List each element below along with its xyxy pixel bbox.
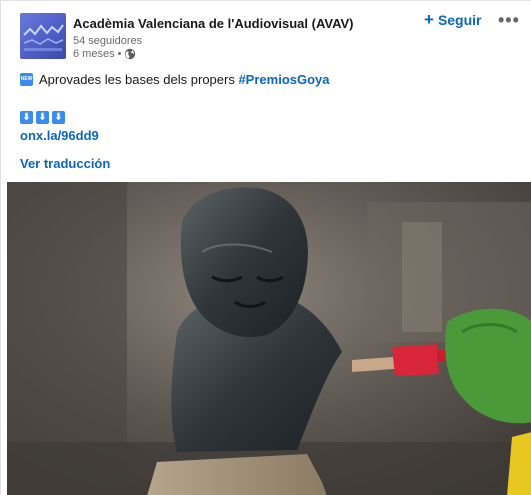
see-translation-button[interactable]: Ver traducción <box>20 156 110 171</box>
arrow-down-icon: ⬇ <box>36 111 49 124</box>
arrow-down-icon: ⬇ <box>52 111 65 124</box>
new-icon: NEW <box>20 73 33 86</box>
post-timestamp: 6 meses • <box>73 48 136 60</box>
globe-icon <box>125 48 136 60</box>
follower-count: 54 seguidores <box>73 35 143 47</box>
post-image[interactable] <box>7 182 531 495</box>
hashtag-link[interactable]: #PremiosGoya <box>238 72 329 87</box>
company-logo-graphic <box>23 24 64 51</box>
company-name[interactable]: Acadèmia Valenciana de l'Audiovisual (AV… <box>73 16 354 31</box>
time-ago: 6 meses • <box>73 48 122 60</box>
arrow-emojis: ⬇ ⬇ ⬇ <box>20 111 65 124</box>
company-logo[interactable] <box>20 13 66 59</box>
follow-button[interactable]: + Seguir <box>424 9 482 29</box>
post-text-body: Aprovades les bases dels propers <box>39 72 239 87</box>
more-icon[interactable]: ••• <box>498 10 520 31</box>
arrow-down-icon: ⬇ <box>20 111 33 124</box>
goya-bust-photo <box>7 182 531 495</box>
post-link[interactable]: onx.la/96dd9 <box>20 128 99 143</box>
post-text: NEW Aprovades les bases dels propers #Pr… <box>20 72 330 87</box>
plus-icon: + <box>424 9 434 29</box>
post-card: Acadèmia Valenciana de l'Audiovisual (AV… <box>0 0 531 495</box>
follow-label: Seguir <box>437 12 482 28</box>
